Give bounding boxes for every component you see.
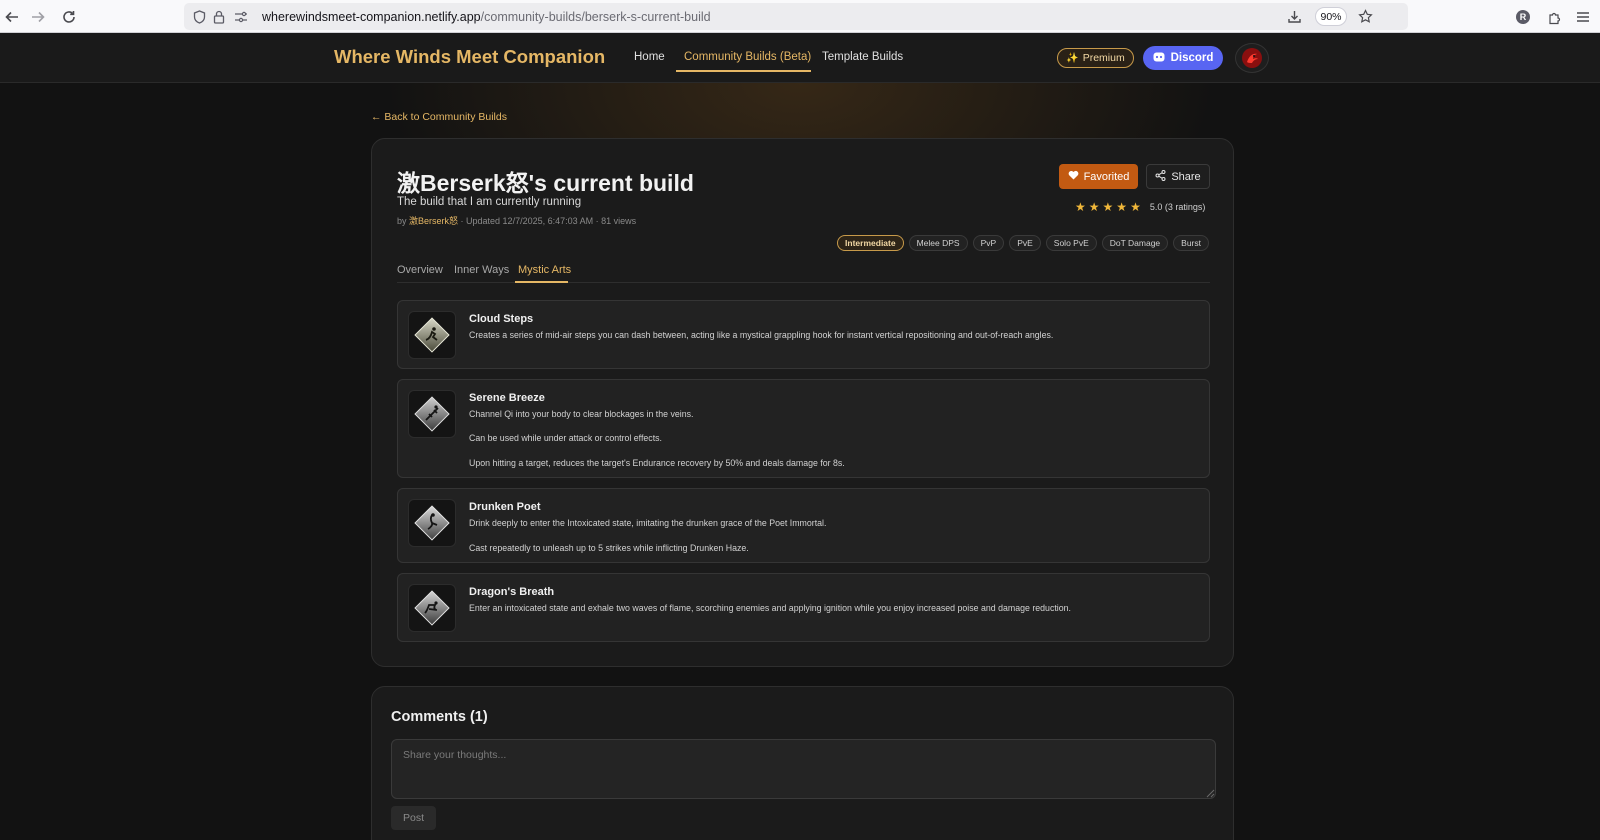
mystic-art-name: Cloud Steps — [469, 313, 534, 325]
nav-home[interactable]: Home — [634, 51, 665, 63]
meta-by: by — [397, 216, 410, 226]
tag-solo-pve: Solo PvE — [1045, 235, 1097, 251]
mystic-art-description: Channel Qi into your body to clear block… — [469, 409, 694, 419]
star-icon[interactable]: ★ — [1116, 201, 1127, 213]
tag-dot-damage: DoT Damage — [1101, 235, 1169, 251]
build-meta: by 激Berserk怒 · Updated 12/7/2025, 6:47:0… — [397, 214, 636, 227]
star-icon[interactable]: ★ — [1103, 201, 1114, 213]
star-icon[interactable]: ★ — [1089, 201, 1100, 213]
url-host: wherewindsmeet-companion.netlify.app — [262, 10, 481, 24]
comments-card: Comments (1) Post — [371, 686, 1234, 840]
premium-label: Premium — [1082, 52, 1125, 64]
mystic-art-description: Cast repeatedly to unleash up to 5 strik… — [469, 543, 749, 553]
tab-mystic-arts[interactable]: Mystic Arts — [518, 264, 571, 276]
favorited-label: Favorited — [1083, 170, 1130, 183]
nav-community-builds[interactable]: Community Builds (Beta) — [684, 51, 811, 63]
tag-burst: Burst — [1173, 235, 1209, 251]
mystic-art-card: Cloud Steps Creates a series of mid-air … — [397, 300, 1210, 369]
discord-icon — [1153, 52, 1165, 65]
rating: ★ ★ ★ ★ ★ 5.0 (3 ratings) — [1075, 200, 1211, 214]
tag-melee-dps: Melee DPS — [908, 235, 968, 251]
share-button[interactable]: Share — [1146, 164, 1210, 189]
mystic-art-name: Dragon's Breath — [469, 586, 555, 598]
tab-overview[interactable]: Overview — [397, 264, 443, 276]
post-button[interactable]: Post — [391, 806, 436, 830]
tab-inner-ways[interactable]: Inner Ways — [454, 264, 509, 276]
build-tags: Intermediate Melee DPS PvP PvE Solo PvE … — [837, 235, 1209, 251]
serene-breeze-icon — [408, 390, 456, 438]
menu-icon[interactable] — [1573, 7, 1593, 27]
premium-button[interactable]: ✨ Premium — [1057, 48, 1134, 68]
user-avatar[interactable] — [1235, 43, 1269, 73]
discord-button[interactable]: Discord — [1143, 46, 1223, 70]
url-path: /community-builds/berserk-s-current-buil… — [480, 10, 711, 24]
site-logo[interactable]: Where Winds Meet Companion — [334, 46, 605, 68]
url-text[interactable]: wherewindsmeet-companion.netlify.app/com… — [262, 10, 711, 24]
star-icon[interactable]: ★ — [1075, 201, 1086, 213]
build-title: 激Berserk怒's current build — [397, 170, 694, 196]
comments-title: Comments (1) — [391, 709, 488, 725]
build-tabs: Overview Inner Ways Mystic Arts — [397, 261, 1210, 283]
mystic-art-name: Serene Breeze — [469, 392, 545, 404]
meta-details: · Updated 12/7/2025, 6:47:03 AM · 81 vie… — [458, 216, 637, 226]
author-link[interactable]: 激Berserk怒 — [409, 216, 458, 226]
mystic-art-card: Serene Breeze Channel Qi into your body … — [397, 379, 1210, 478]
heart-icon — [1068, 170, 1079, 183]
mystic-art-description: Upon hitting a target, reduces the targe… — [469, 458, 845, 468]
zoom-level[interactable]: 90% — [1315, 7, 1347, 26]
mystic-art-card: Dragon's Breath Enter an intoxicated sta… — [397, 573, 1210, 642]
drunken-poet-icon — [408, 499, 456, 547]
tag-pvp: PvP — [972, 235, 1005, 251]
build-card: 激Berserk怒's current build The build that… — [371, 138, 1234, 667]
site-header: Where Winds Meet Companion Home Communit… — [0, 33, 1600, 83]
share-label: Share — [1171, 170, 1201, 183]
dragons-breath-icon — [408, 584, 456, 632]
comment-input[interactable] — [391, 739, 1216, 799]
share-icon — [1155, 169, 1166, 184]
mystic-art-description: Creates a series of mid-air steps you ca… — [469, 330, 1054, 340]
mystic-art-description: Can be used while under attack or contro… — [469, 433, 662, 443]
mystic-art-description: Enter an intoxicated state and exhale tw… — [469, 603, 1071, 613]
browser-toolbar: wherewindsmeet-companion.netlify.app/com… — [0, 0, 1600, 33]
sparkle-icon: ✨ — [1066, 52, 1079, 64]
mystic-art-card: Drunken Poet Drink deeply to enter the I… — [397, 488, 1210, 563]
favorited-button[interactable]: Favorited — [1059, 164, 1138, 189]
active-tab-underline — [515, 281, 568, 283]
mystic-art-description: Drink deeply to enter the Intoxicated st… — [469, 518, 827, 528]
tag-intermediate: Intermediate — [837, 235, 904, 251]
discord-label: Discord — [1170, 52, 1214, 64]
forward-arrow-icon[interactable] — [26, 5, 50, 29]
mystic-art-name: Drunken Poet — [469, 501, 541, 513]
account-icon[interactable]: R — [1513, 7, 1533, 27]
active-nav-underline — [676, 70, 811, 72]
extensions-icon[interactable] — [1544, 7, 1564, 27]
star-icon[interactable]: ★ — [1130, 201, 1141, 213]
resize-grip-icon[interactable] — [1206, 789, 1215, 798]
tag-pve: PvE — [1009, 235, 1041, 251]
address-bar[interactable]: wherewindsmeet-companion.netlify.app/com… — [184, 3, 1408, 30]
reload-icon[interactable] — [57, 5, 81, 29]
download-icon[interactable] — [1284, 6, 1304, 26]
nav-template-builds[interactable]: Template Builds — [822, 51, 903, 63]
lock-icon[interactable] — [211, 9, 227, 25]
account-initial: R — [1516, 10, 1530, 24]
build-description: The build that I am currently running — [397, 196, 582, 208]
cloud-steps-icon — [408, 311, 456, 359]
back-to-community-builds-link[interactable]: ← Back to Community Builds — [371, 111, 507, 123]
rating-text: 5.0 (3 ratings) — [1149, 202, 1206, 212]
dragon-avatar-icon — [1242, 48, 1262, 68]
bookmark-star-icon[interactable] — [1355, 6, 1375, 26]
site-permissions-icon[interactable] — [233, 9, 249, 25]
back-arrow-icon[interactable] — [0, 5, 24, 29]
shield-icon[interactable] — [191, 9, 207, 25]
